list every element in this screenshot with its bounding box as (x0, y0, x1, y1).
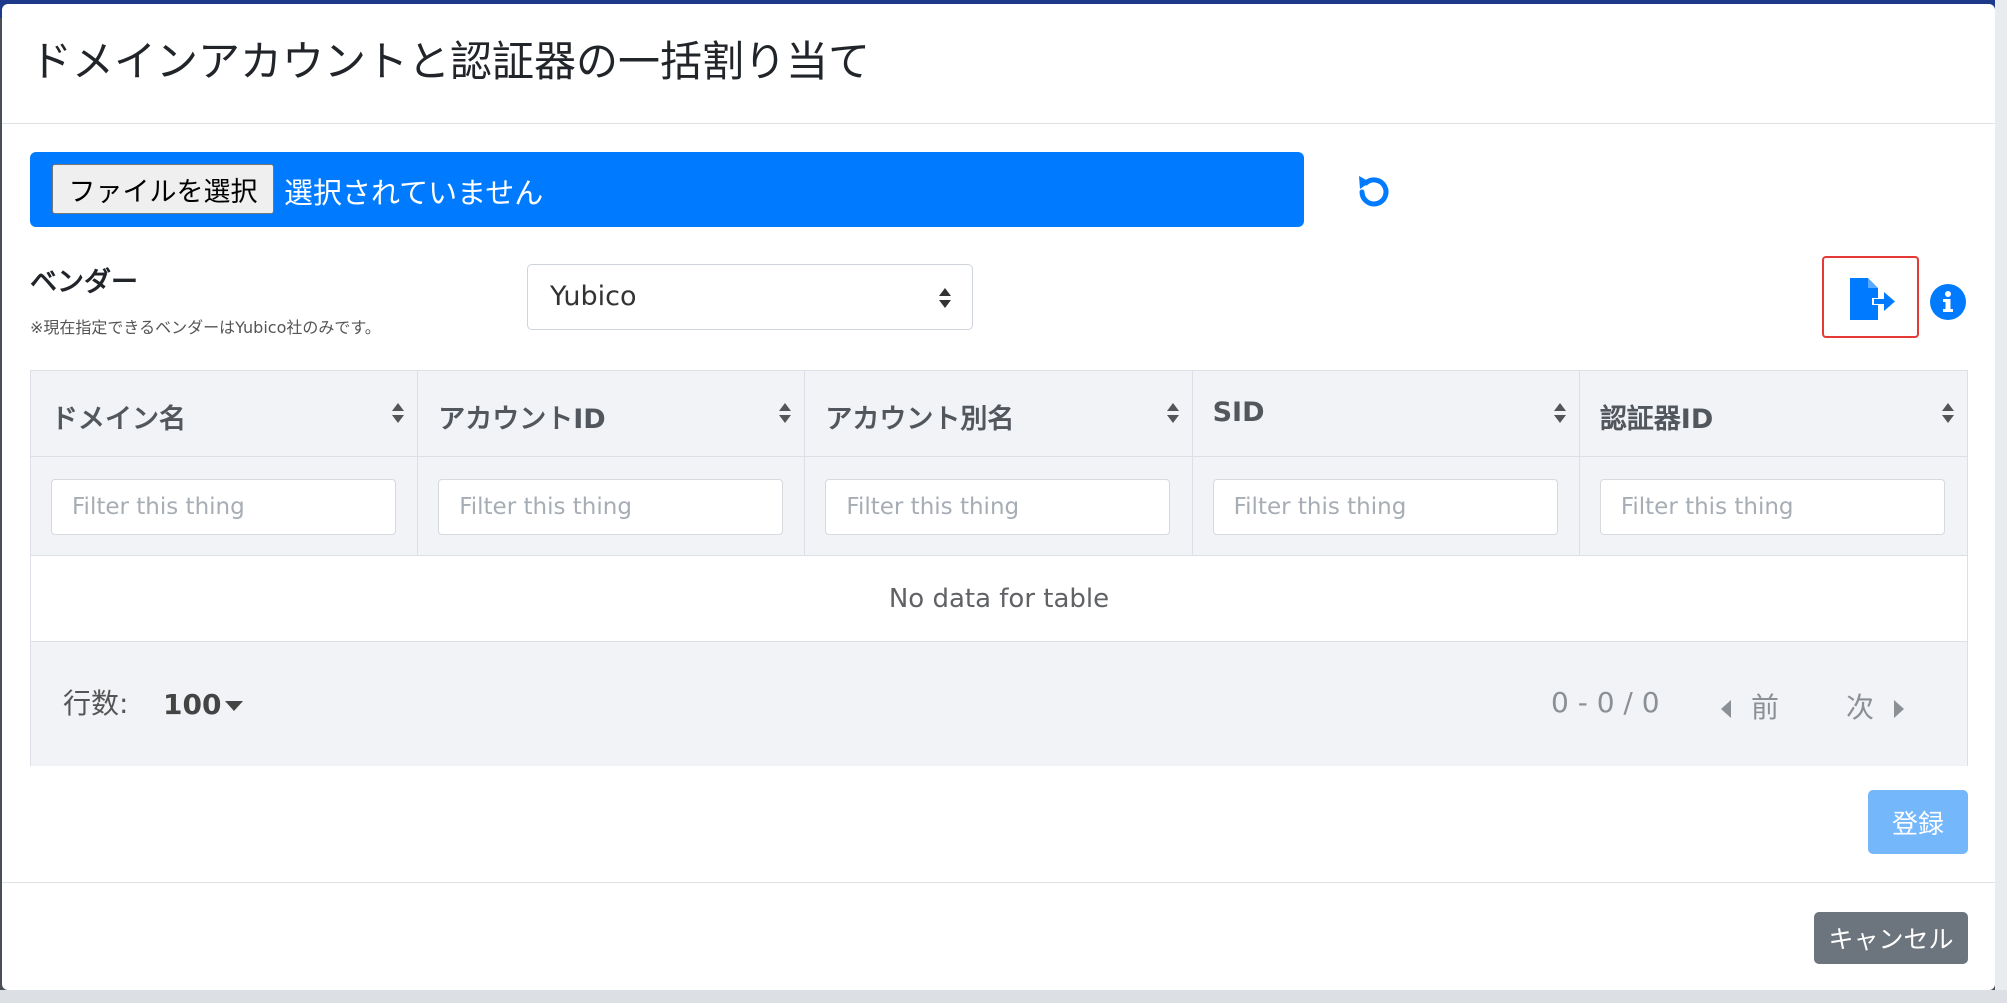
column-header-label: ドメイン名 (51, 404, 186, 435)
filter-account-id-input[interactable] (438, 479, 784, 535)
prev-page-label: 前 (1751, 691, 1780, 724)
rows-per-page-select[interactable]: 100 (163, 688, 244, 721)
caret-right-icon (1894, 700, 1905, 718)
modal-title: ドメインアカウントと認証器の一括割り当て (30, 37, 871, 86)
column-header-authenticator-id[interactable]: 認証器ID (1580, 371, 1967, 456)
background-app-edge (1995, 0, 2007, 1003)
sort-icon[interactable] (778, 401, 792, 425)
sort-icon[interactable] (1553, 401, 1567, 425)
column-header-label: アカウント別名 (825, 404, 1015, 435)
column-header-label: アカウントID (438, 404, 606, 435)
column-header-account-id[interactable]: アカウントID (418, 371, 806, 456)
table-header-row: ドメイン名 アカウントID アカウント別名 SID 認証器ID (31, 371, 1967, 457)
table-pagination: 行数: 100 0 - 0 / 0 前 次 (31, 642, 1967, 766)
column-header-label: SID (1212, 397, 1265, 428)
modal-header: ドメインアカウントと認証器の一括割り当て (2, 4, 1995, 124)
filter-cell (418, 457, 806, 555)
column-header-label: 認証器ID (1599, 404, 1714, 435)
sort-icon[interactable] (391, 401, 405, 425)
bulk-assign-modal: ドメインアカウントと認証器の一括割り当て ファイルを選択 選択されていません ベ… (2, 4, 1995, 990)
refresh-icon[interactable] (1352, 170, 1396, 214)
filter-domain-input[interactable] (51, 479, 396, 535)
caret-left-icon (1721, 700, 1731, 718)
choose-file-button[interactable]: ファイルを選択 (52, 164, 274, 214)
page-info: 0 - 0 / 0 (1551, 686, 1660, 719)
sort-icon[interactable] (1941, 401, 1955, 425)
file-export-icon (1850, 278, 1895, 320)
modal-footer-divider (2, 882, 1995, 883)
export-file-button[interactable] (1822, 256, 1919, 338)
next-page-button[interactable]: 次 (1846, 686, 1905, 726)
filter-account-alias-input[interactable] (825, 479, 1171, 535)
table-empty-row: No data for table (31, 556, 1967, 642)
filter-cell (1580, 457, 1967, 555)
prev-page-button[interactable]: 前 (1721, 686, 1779, 726)
vendor-label: ベンダー (30, 267, 138, 298)
select-caret-icon (939, 288, 951, 308)
next-page-label: 次 (1846, 691, 1875, 724)
filter-cell (31, 457, 419, 555)
filter-cell (1193, 457, 1580, 555)
info-circle-icon[interactable] (1930, 284, 1966, 320)
file-status-text: 選択されていません (284, 176, 544, 210)
table-filter-row (31, 457, 1967, 556)
rows-per-page-value: 100 (163, 688, 222, 721)
background-app-footer (0, 990, 2007, 1003)
filter-cell (805, 457, 1193, 555)
rows-per-page-label: 行数: (63, 687, 129, 720)
column-header-account-alias[interactable]: アカウント別名 (805, 371, 1193, 456)
filter-sid-input[interactable] (1212, 479, 1558, 535)
assignment-table: ドメイン名 アカウントID アカウント別名 SID 認証器ID Filter t… (30, 370, 1968, 766)
column-header-domain[interactable]: ドメイン名 (31, 371, 419, 456)
column-header-sid[interactable]: SID (1193, 371, 1580, 456)
sort-icon[interactable] (1166, 401, 1180, 425)
vendor-select[interactable]: Yubico (527, 264, 973, 330)
filter-authenticator-id-input[interactable] (1599, 479, 1945, 535)
cancel-button[interactable]: キャンセル (1814, 912, 1968, 964)
caret-down-icon (225, 701, 244, 711)
register-button[interactable]: 登録 (1868, 790, 1968, 854)
vendor-selected-value: Yubico (550, 281, 637, 312)
file-picker[interactable]: ファイルを選択 選択されていません (30, 152, 1304, 227)
empty-table-message: No data for table (888, 583, 1110, 614)
vendor-note: ※現在指定できるベンダーはYubico社のみです。 (30, 318, 381, 337)
